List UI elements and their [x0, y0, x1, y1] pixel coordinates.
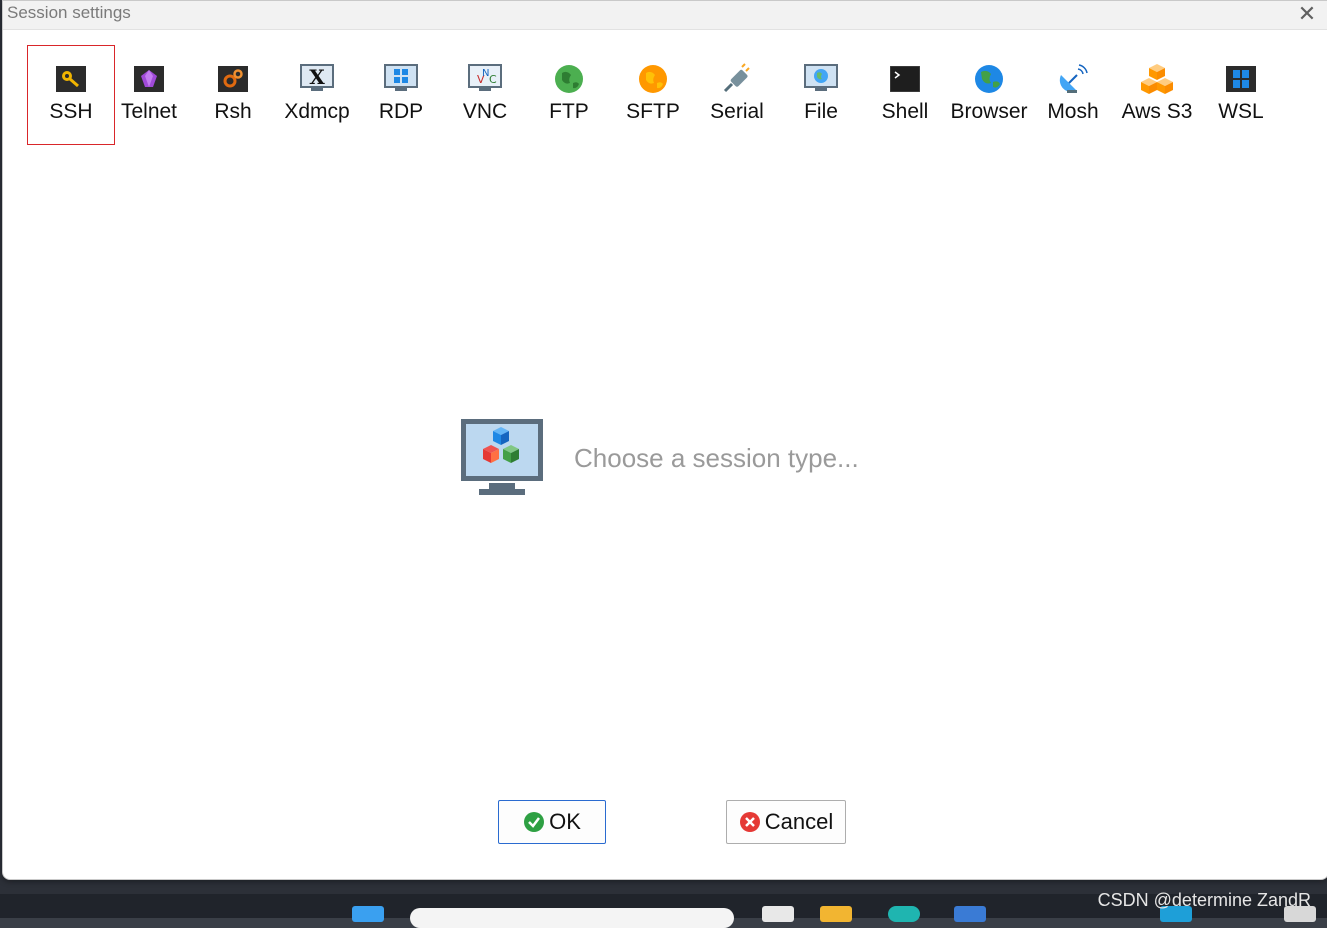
session-type-vnc[interactable]: V N C VNC	[441, 45, 529, 145]
taskbar-app-icon[interactable]	[888, 906, 920, 922]
ok-button[interactable]: OK	[498, 800, 606, 844]
close-button[interactable]: ✕	[1294, 3, 1320, 25]
globe-orange-icon	[636, 62, 670, 96]
rsh-gears-icon	[216, 62, 250, 96]
key-icon	[54, 62, 88, 96]
taskbar-app-icon[interactable]	[954, 906, 986, 922]
terminal-icon	[888, 62, 922, 96]
session-type-toolbar: SSH Telnet Rsh X Xdmcp RDP V N C VNC FTP…	[3, 45, 1327, 147]
session-type-file[interactable]: File	[777, 45, 865, 145]
session-type-aws-s3[interactable]: Aws S3	[1113, 45, 1201, 145]
empty-state: Choose a session type...	[459, 417, 919, 501]
x-monitor-icon: X	[300, 62, 334, 96]
vnc-monitor-icon: V N C	[468, 62, 502, 96]
session-type-label: WSL	[1218, 100, 1264, 123]
taskbar-app-icon[interactable]	[762, 906, 794, 922]
globe-blue-icon	[972, 62, 1006, 96]
start-icon[interactable]	[352, 906, 384, 922]
check-circle-icon	[523, 811, 545, 833]
session-type-rdp[interactable]: RDP	[357, 45, 445, 145]
ok-button-label: OK	[549, 809, 581, 834]
title-bar: Session settings ✕	[3, 1, 1327, 30]
svg-text:C: C	[489, 73, 497, 86]
session-type-ssh[interactable]: SSH	[27, 45, 115, 145]
folder-icon[interactable]	[820, 906, 852, 922]
session-type-sftp[interactable]: SFTP	[609, 45, 697, 145]
windows-monitor-icon	[384, 62, 418, 96]
globe-green-icon	[552, 62, 586, 96]
cancel-circle-icon	[739, 811, 761, 833]
empty-state-hint: Choose a session type...	[574, 443, 859, 473]
satellite-dish-icon	[1056, 62, 1090, 96]
taskbar-search[interactable]	[410, 908, 734, 928]
monitor-cubes-icon	[459, 417, 545, 499]
session-type-ftp[interactable]: FTP	[525, 45, 613, 145]
session-type-xdmcp[interactable]: X Xdmcp	[273, 45, 361, 145]
windows-tile-icon	[1224, 62, 1258, 96]
session-settings-dialog: Session settings ✕ SSH Telnet Rsh X Xdmc…	[2, 0, 1327, 880]
cancel-button-label: Cancel	[764, 809, 834, 834]
session-type-mosh[interactable]: Mosh	[1029, 45, 1117, 145]
telnet-gem-icon	[132, 62, 166, 96]
file-monitor-icon	[804, 62, 838, 96]
session-type-shell[interactable]: Shell	[861, 45, 949, 145]
cancel-button[interactable]: Cancel	[726, 800, 846, 844]
watermark: CSDN @determine ZandR	[1097, 890, 1311, 910]
window-title: Session settings	[7, 3, 131, 22]
session-type-wsl[interactable]: WSL	[1197, 45, 1285, 145]
serial-plug-icon	[720, 62, 754, 96]
cubes-icon	[1140, 62, 1174, 96]
session-type-rsh[interactable]: Rsh	[189, 45, 277, 145]
session-type-browser[interactable]: Browser	[945, 45, 1033, 145]
session-type-telnet[interactable]: Telnet	[105, 45, 193, 145]
session-type-serial[interactable]: Serial	[693, 45, 781, 145]
svg-text:X: X	[309, 65, 325, 89]
